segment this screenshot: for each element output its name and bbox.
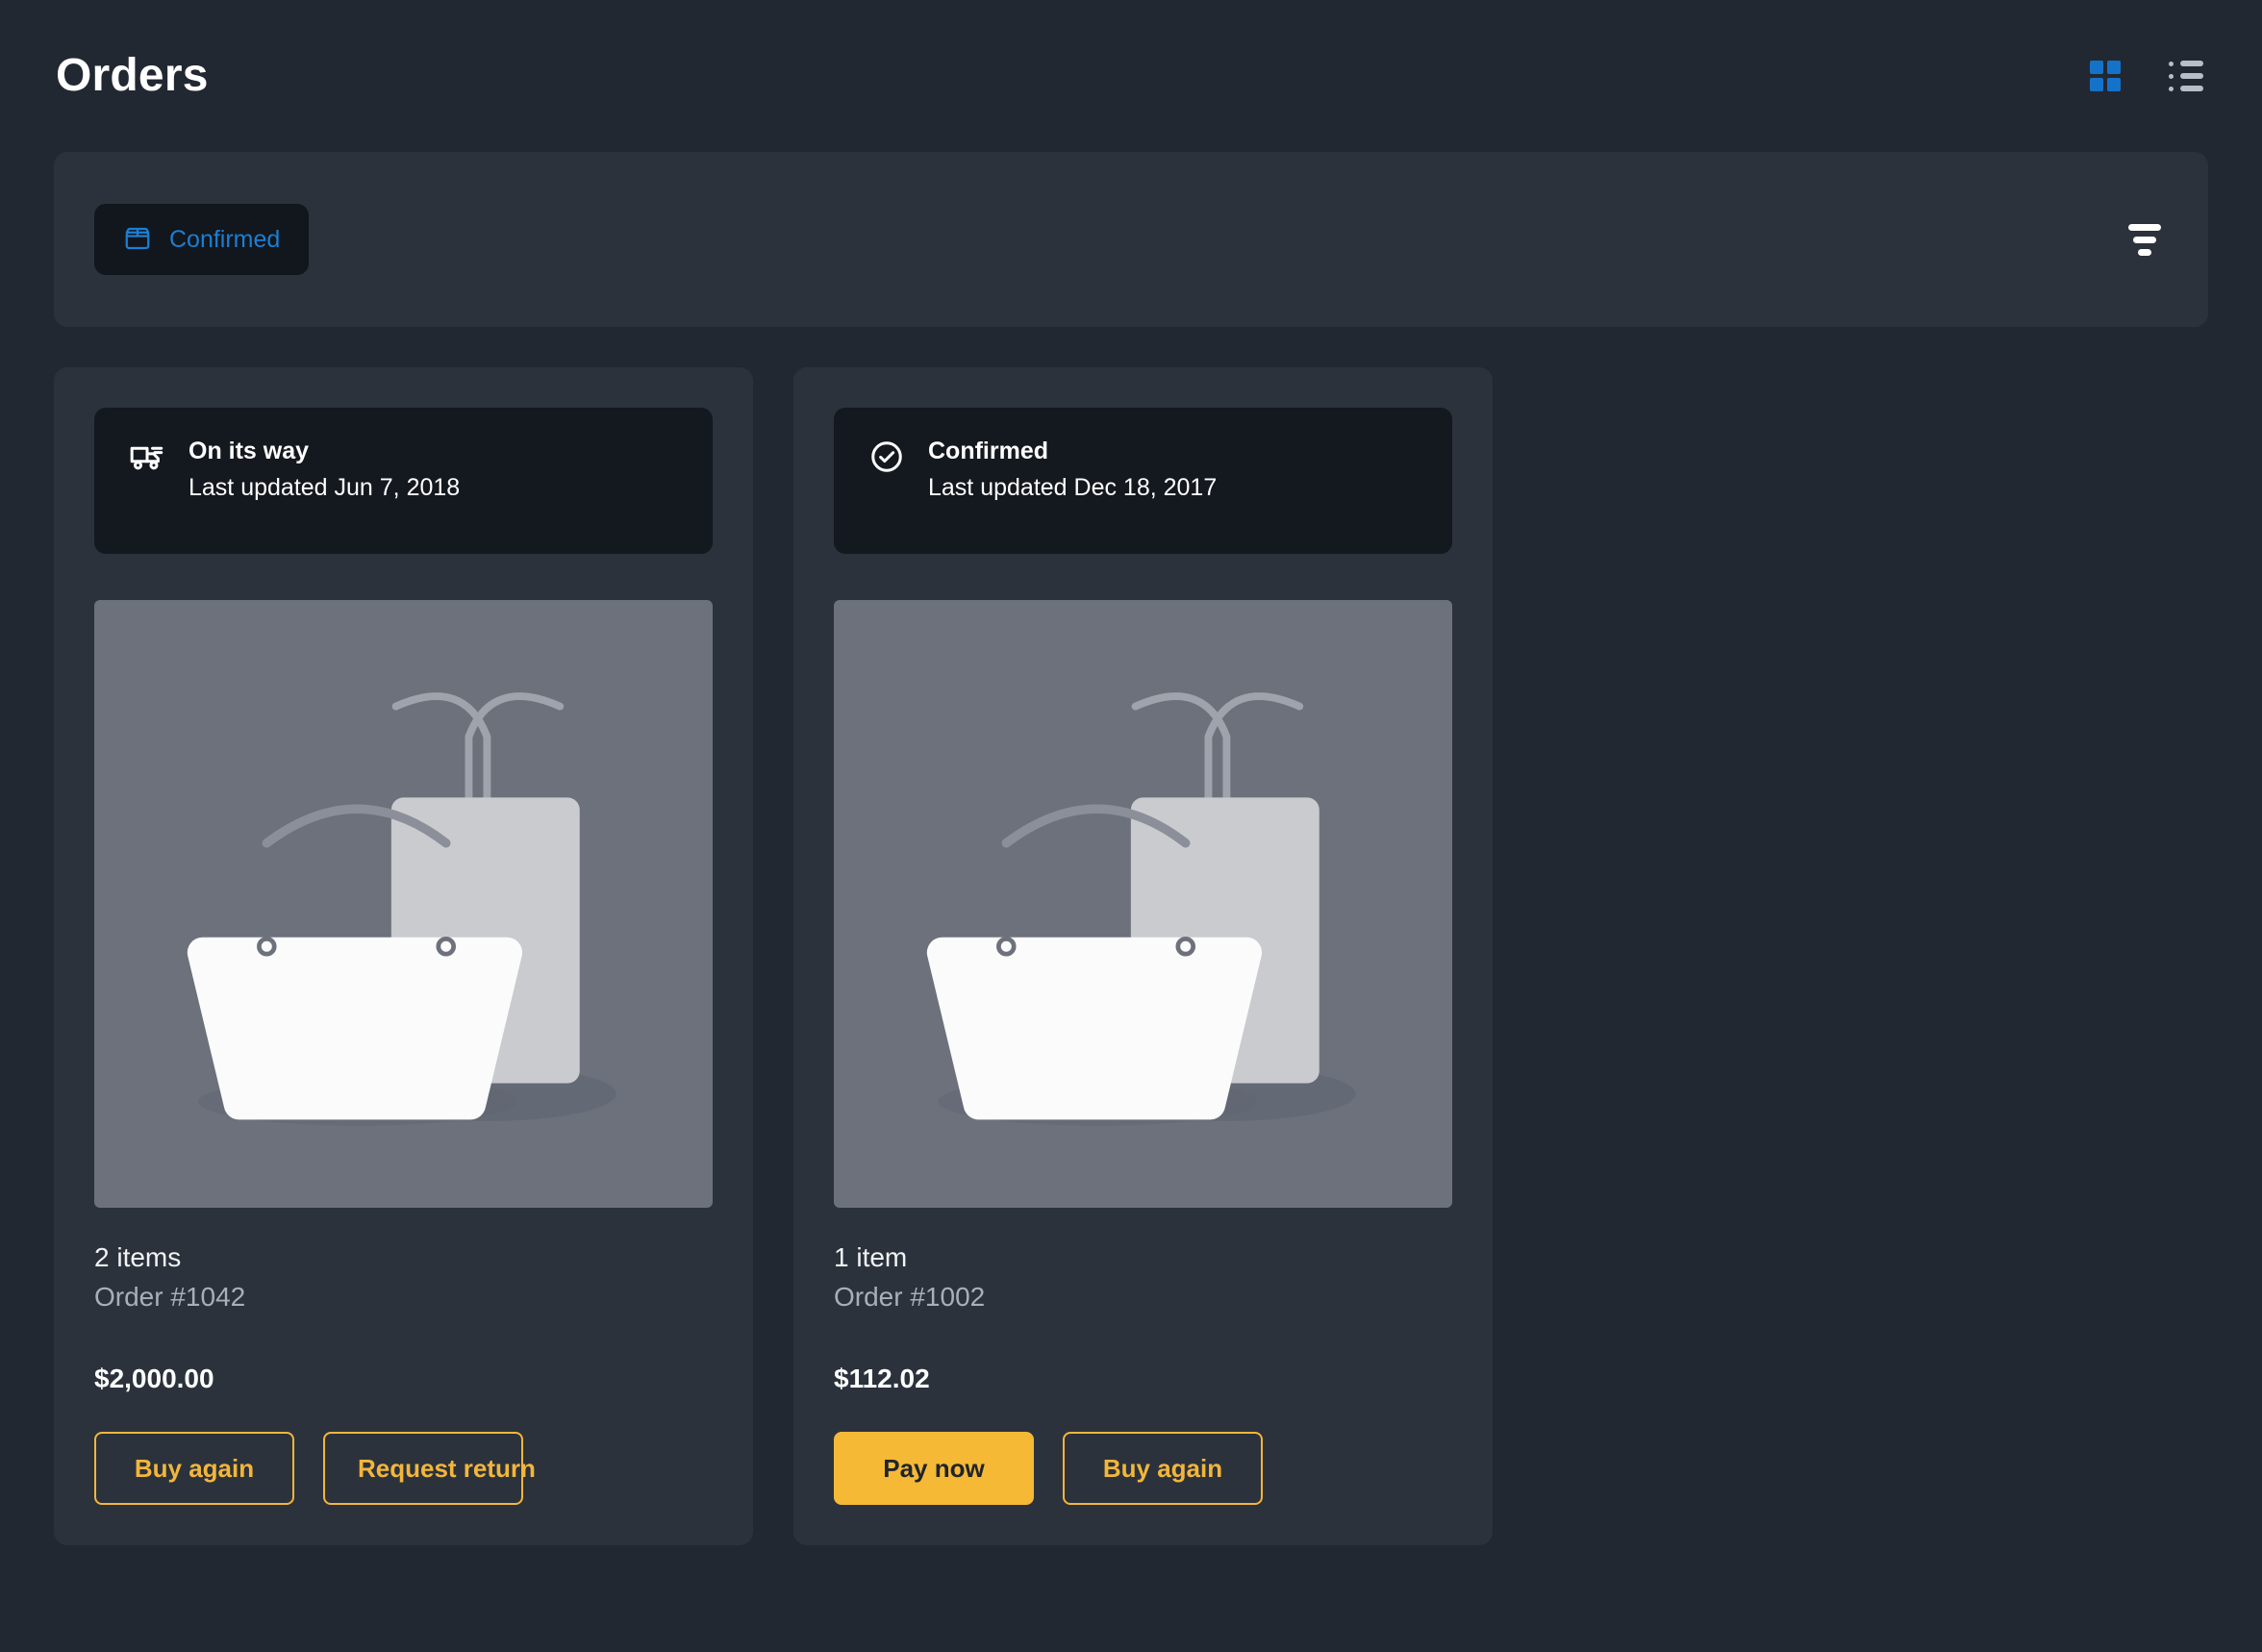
pay-now-button[interactable]: Pay now	[834, 1432, 1034, 1505]
view-toggle-group	[2089, 60, 2206, 92]
status-text-block: On its way Last updated Jun 7, 2018	[188, 437, 460, 502]
grid-view-button[interactable]	[2089, 60, 2122, 92]
page-header: Orders	[54, 0, 2208, 152]
order-status-title: Confirmed	[928, 438, 1048, 464]
request-return-button[interactable]: Request return	[323, 1432, 536, 1505]
status-filter-chip-label: Confirmed	[169, 225, 281, 253]
orders-grid: On its way Last updated Jun 7, 2018 2 it…	[54, 367, 2208, 1545]
order-actions: Buy again Request return	[94, 1432, 713, 1505]
order-status-updated: Last updated Jun 7, 2018	[188, 474, 461, 501]
page-title: Orders	[56, 50, 209, 101]
order-actions: Pay now Buy again	[834, 1432, 1452, 1505]
order-number: Order #1042	[94, 1282, 246, 1312]
order-number: Order #1002	[834, 1282, 986, 1312]
product-image-placeholder	[834, 600, 1452, 1208]
order-total: $2,000.00	[94, 1364, 214, 1393]
order-status-updated: Last updated Dec 18, 2017	[928, 474, 1218, 501]
status-text-block: Confirmed Last updated Dec 18, 2017	[928, 437, 1217, 502]
filter-button[interactable]	[2124, 218, 2166, 261]
status-filter-chip-confirmed[interactable]: Confirmed	[94, 204, 310, 275]
order-item-count: 2 items	[94, 1242, 182, 1272]
package-icon	[123, 224, 152, 256]
buy-again-button[interactable]: Buy again	[94, 1432, 294, 1505]
filter-bar: Confirmed	[54, 152, 2208, 327]
buy-again-button[interactable]: Buy again	[1063, 1432, 1263, 1505]
order-status-title: On its way	[188, 438, 310, 464]
order-total: $112.02	[834, 1364, 930, 1393]
truck-icon	[129, 438, 165, 475]
orders-page: Orders Confirmed On its way Last updated…	[0, 0, 2262, 1652]
order-item-count: 1 item	[834, 1242, 908, 1272]
order-status-banner: Confirmed Last updated Dec 18, 2017	[834, 408, 1452, 554]
list-icon	[2169, 61, 2203, 91]
order-card[interactable]: Confirmed Last updated Dec 18, 2017 1 it…	[793, 367, 1493, 1545]
order-card[interactable]: On its way Last updated Jun 7, 2018 2 it…	[54, 367, 753, 1545]
check-circle-icon	[868, 438, 905, 475]
product-image-placeholder	[94, 600, 713, 1208]
grid-icon	[2090, 61, 2121, 91]
order-status-banner: On its way Last updated Jun 7, 2018	[94, 408, 713, 554]
list-view-button[interactable]	[2169, 60, 2203, 92]
funnel-icon	[2128, 223, 2161, 256]
